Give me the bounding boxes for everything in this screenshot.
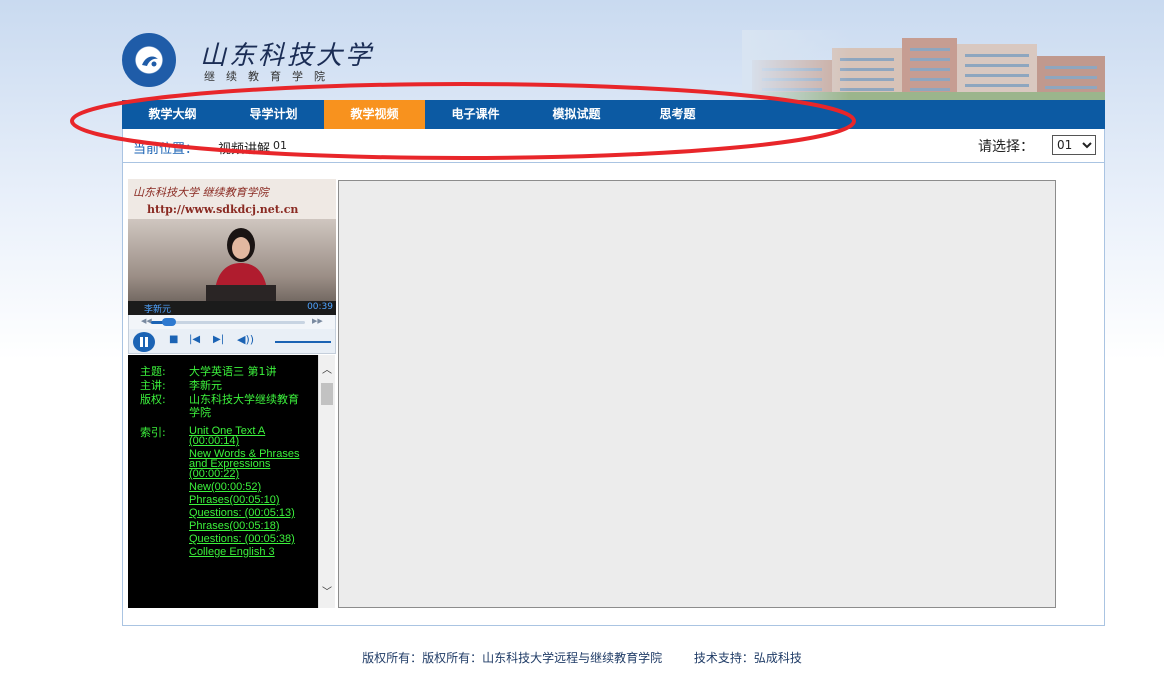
index-list: Unit One Text A (00:00:14) New Words & P…: [189, 426, 309, 560]
index-link[interactable]: Unit One Text A (00:00:14): [189, 426, 309, 447]
meta-copyright-val: 山东科技大学继续教育学院: [189, 393, 299, 419]
video-player[interactable]: 山东科技大学 继续教育学院 http://www.sdkdcj.net.cn 李…: [128, 179, 336, 354]
page: 山东科技大学 继续教育学院 教学大纲 导学计划 教学视频 电子课件 模拟试题 思…: [0, 0, 1164, 674]
location-path: 视频讲解: [218, 142, 271, 157]
meta-topic-key: 主题:: [140, 365, 166, 378]
lecture-info-panel: 主题: 大学英语三 第1讲 主讲: 李新元 版权: 山东科技大学继续教育学院 索…: [128, 355, 318, 608]
nav-item-courseware[interactable]: 电子课件: [425, 100, 526, 129]
seek-bar[interactable]: ◀◀ ▶▶: [128, 315, 336, 329]
meta-index-key: 索引:: [140, 426, 166, 439]
location-label: 当前位置：: [133, 142, 199, 157]
index-link[interactable]: New(00:00:52): [189, 482, 309, 493]
footer-support: 技术支持：弘成科技: [693, 651, 802, 665]
next-icon[interactable]: ▶|: [213, 334, 224, 345]
location-episode: 01: [273, 139, 287, 152]
campus-buildings-image: [742, 30, 1105, 100]
index-link[interactable]: New Words & Phrases and Expressions (00:…: [189, 449, 309, 480]
volume-icon[interactable]: ◀)): [237, 333, 254, 346]
nav-item-syllabus[interactable]: 教学大纲: [122, 100, 223, 129]
scroll-down-icon[interactable]: ﹀: [322, 583, 332, 598]
watermark-url: http://www.sdkdcj.net.cn: [147, 203, 299, 216]
content-frame: 当前位置： 视频讲解 01 请选择： 01 山东科技大学 继续教育学院 http…: [122, 129, 1105, 626]
speaker-name: 李新元: [144, 305, 172, 315]
emblem-mark-icon: [142, 56, 158, 67]
meta-topic-val: 大学英语三 第1讲: [189, 365, 277, 378]
watermark-title: 山东科技大学 继续教育学院: [133, 186, 269, 199]
location-bar: 当前位置： 视频讲解 01 请选择： 01: [123, 129, 1104, 163]
index-link[interactable]: Questions: (00:05:13): [189, 508, 309, 519]
volume-slider[interactable]: [275, 341, 331, 343]
main-nav: 教学大纲 导学计划 教学视频 电子课件 模拟试题 思考题: [122, 100, 1105, 129]
scroll-thumb[interactable]: [321, 383, 333, 405]
school-sub: 继续教育学院: [204, 70, 336, 83]
nav-item-questions[interactable]: 思考题: [627, 100, 728, 129]
index-link[interactable]: Phrases(00:05:10): [189, 495, 309, 506]
content-viewer[interactable]: [338, 180, 1056, 608]
video-status-bar: 李新元 00:39: [128, 301, 336, 315]
footer-copyright: 版权所有：版权所有：山东科技大学远程与继续教育学院: [362, 651, 663, 665]
index-link[interactable]: Questions: (00:05:38): [189, 534, 309, 545]
meta-copyright-key: 版权:: [140, 393, 166, 406]
nav-item-study-plan[interactable]: 导学计划: [223, 100, 324, 129]
episode-select[interactable]: 01: [1052, 135, 1096, 155]
elapsed-time: 00:39: [307, 302, 333, 312]
presenter-image: [206, 228, 276, 303]
video-screen[interactable]: 山东科技大学 继续教育学院 http://www.sdkdcj.net.cn 李…: [128, 179, 336, 315]
pause-icon[interactable]: [133, 332, 155, 352]
seek-thumb[interactable]: [162, 318, 177, 326]
episode-select-label: 请选择：: [978, 139, 1034, 155]
school-name: 山东科技大学: [200, 41, 375, 71]
scroll-up-icon[interactable]: ︿: [322, 361, 332, 376]
info-scrollbar[interactable]: ︿ ﹀: [318, 355, 335, 608]
header: 山东科技大学 继续教育学院: [122, 22, 1105, 100]
index-link[interactable]: College English 3: [189, 547, 309, 558]
fast-forward-icon[interactable]: ▶▶: [312, 317, 323, 325]
meta-lecturer-key: 主讲:: [140, 379, 166, 392]
prev-icon[interactable]: |◀: [189, 334, 200, 345]
footer: 版权所有：版权所有：山东科技大学远程与继续教育学院 技术支持：弘成科技: [0, 649, 1164, 666]
meta-lecturer-val: 李新元: [189, 379, 222, 392]
index-link[interactable]: Phrases(00:05:18): [189, 521, 309, 532]
school-emblem-icon: [122, 33, 176, 87]
player-controls: ■ |◀ ▶| ◀)): [128, 329, 336, 354]
video-watermark: 山东科技大学 继续教育学院 http://www.sdkdcj.net.cn: [128, 179, 336, 219]
stop-icon[interactable]: ■: [169, 334, 178, 345]
nav-item-mock-exam[interactable]: 模拟试题: [526, 100, 627, 129]
nav-item-video[interactable]: 教学视频: [324, 100, 425, 129]
